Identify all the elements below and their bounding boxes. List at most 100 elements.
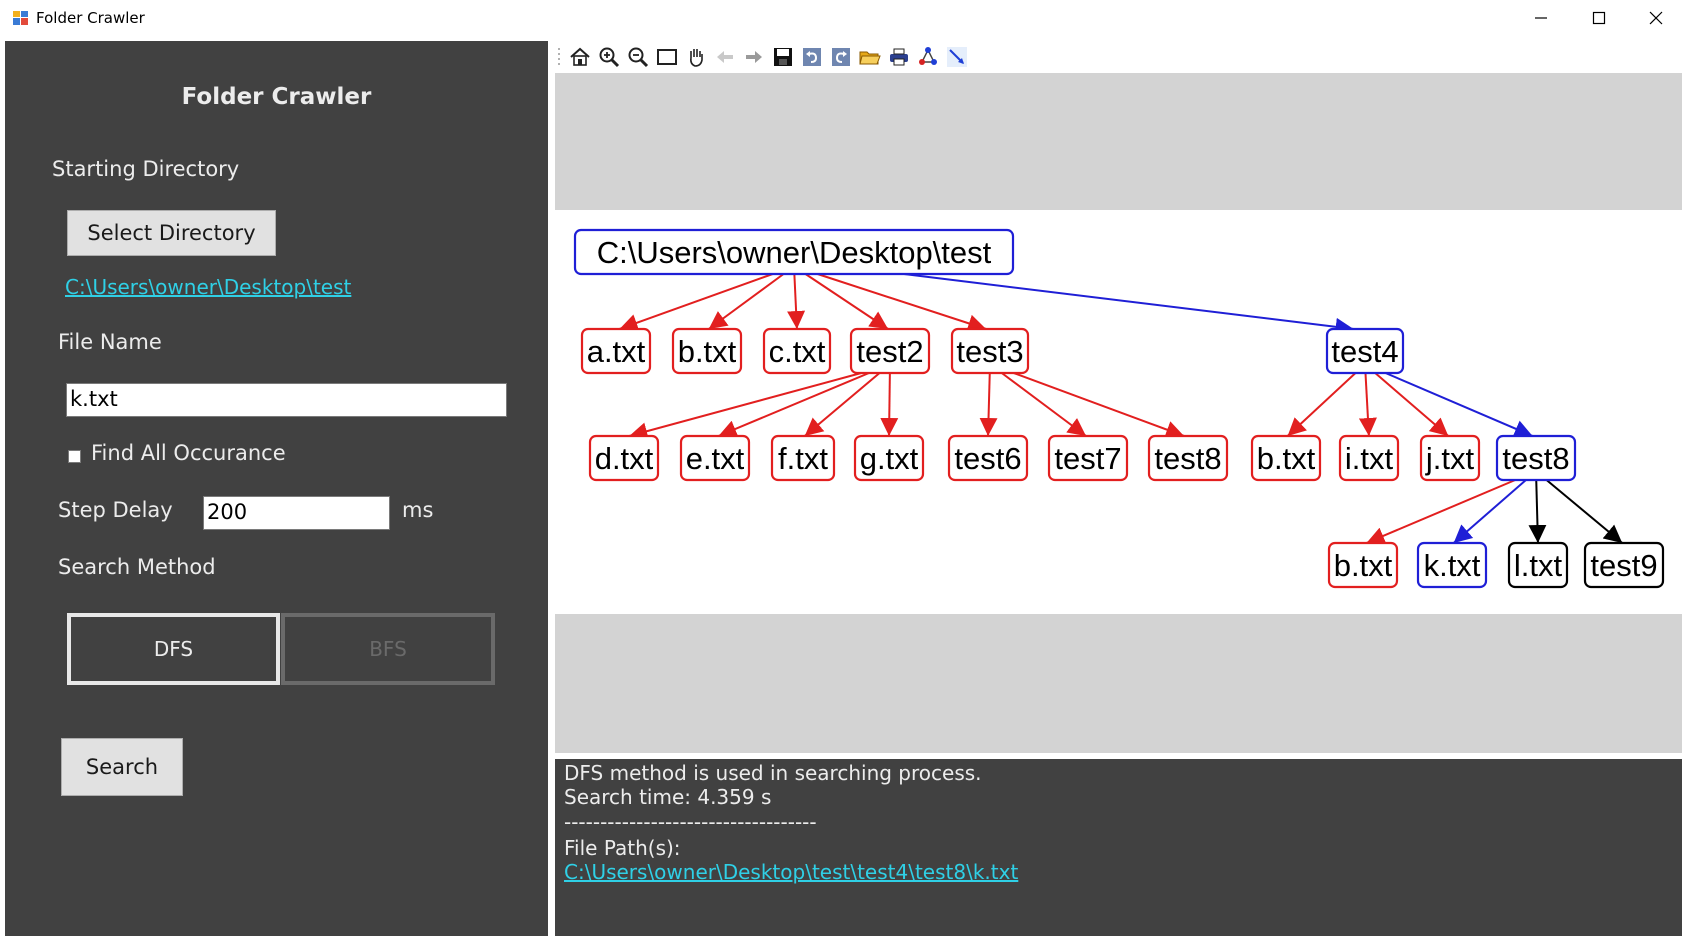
window-zoom-icon[interactable] [655,45,679,69]
edge-test3-test6 [979,372,998,437]
edge-test8b-k [1453,479,1527,544]
edge-root-b1 [708,273,785,330]
search-method-label: Search Method [58,555,216,579]
graph-node-i[interactable]: i.txt [1338,434,1400,482]
edge-test3-test7 [1001,372,1087,437]
graph-node-b2[interactable]: b.txt [1250,434,1322,482]
bfs-button[interactable]: BFS [281,613,495,685]
find-all-label: Find All Occurance [91,441,286,465]
layout-graph-icon[interactable] [916,45,940,69]
graph-node-g[interactable]: g.txt [853,434,925,482]
search-time: Search time: 4.359 s [564,785,772,809]
forward-arrow-icon[interactable] [742,45,766,69]
toolbar-grip [558,48,560,65]
graph-node-label: g.txt [860,441,919,476]
graph-nodes: C:\Users\owner\Desktop\test a.txt b.txt c.t… [573,228,1665,589]
graph-node-test7[interactable]: test7 [1047,434,1129,482]
graph-node-label: f.txt [778,441,828,476]
selected-directory-link[interactable]: C:\Users\owner\Desktop\test [65,275,351,299]
edge-test2-g [880,372,899,437]
graph-node-l[interactable]: l.txt [1507,541,1569,589]
back-arrow-icon[interactable] [713,45,737,69]
close-button[interactable] [1627,0,1683,36]
graph-node-root[interactable]: C:\Users\owner\Desktop\test [573,228,1015,276]
edge-test2-e [718,372,870,438]
graph-toolbar [555,41,1683,73]
graph-node-label: test8 [1154,441,1221,476]
graph-node-label: b.txt [1334,548,1393,583]
output-panel: DFS method is used in searching process.… [555,759,1682,936]
find-all-checkbox[interactable] [68,450,81,463]
graph-node-label: b.txt [678,334,737,369]
graph-node-label: test6 [954,441,1021,476]
graph-node-k[interactable]: k.txt [1416,541,1488,589]
graph-node-b3[interactable]: b.txt [1327,541,1399,589]
search-method-result: DFS method is used in searching process. [564,761,982,785]
close-icon [1649,11,1663,25]
minimize-icon [1535,17,1547,19]
maximize-button[interactable] [1570,0,1628,36]
graph-node-label: e.txt [686,441,745,476]
graph-node-e[interactable]: e.txt [679,434,751,482]
edge-test4-b2 [1286,372,1357,437]
step-delay-label: Step Delay [58,498,173,522]
select-directory-button[interactable]: Select Directory [67,210,276,256]
graph-node-test2[interactable]: test2 [849,327,931,375]
search-tree-graph[interactable]: C:\Users\owner\Desktop\test a.txt b.txt c.t… [555,210,1682,614]
graph-node-b1[interactable]: b.txt [671,327,743,375]
found-file-path-link[interactable]: C:\Users\owner\Desktop\test\test4\test8\… [564,860,1018,884]
undo-icon[interactable] [800,45,824,69]
graph-node-test9[interactable]: test9 [1583,541,1665,589]
graph-node-test4[interactable]: test4 [1325,327,1405,375]
graph-node-a[interactable]: a.txt [580,327,652,375]
graph-node-label: test8 [1502,441,1569,476]
dfs-button[interactable]: DFS [67,613,280,685]
graph-edges [619,273,1623,545]
graph-node-label: i.txt [1345,441,1394,476]
graph-node-c[interactable]: c.txt [762,327,832,375]
graph-node-label: a.txt [587,334,646,369]
graph-node-test8b[interactable]: test8 [1495,434,1577,482]
redo-icon[interactable] [829,45,853,69]
file-name-input[interactable]: k.txt [66,383,507,417]
graph-node-f[interactable]: f.txt [770,434,836,482]
edge-test4-j [1374,372,1449,437]
title-bar: Folder Crawler [0,0,1683,36]
edge-root-a [619,273,773,332]
edge-test2-d [629,372,862,440]
save-icon[interactable] [771,45,795,69]
graph-node-j[interactable]: j.txt [1419,434,1481,482]
print-icon[interactable] [887,45,911,69]
graph-node-test6[interactable]: test6 [947,434,1029,482]
search-button[interactable]: Search [61,738,183,796]
graph-node-label: k.txt [1424,548,1481,583]
edge-root-test3 [817,273,987,332]
edge-test8b-test9 [1545,479,1623,544]
graph-node-label: C:\Users\owner\Desktop\test [597,235,992,270]
graph-canvas[interactable]: C:\Users\owner\Desktop\test a.txt b.txt c.t… [555,210,1682,614]
open-folder-icon[interactable] [858,45,882,69]
graph-node-label: d.txt [595,441,654,476]
step-delay-input[interactable]: 200 [203,496,390,530]
edge-test4-i [1358,372,1377,437]
graph-node-d[interactable]: d.txt [588,434,660,482]
maximize-icon [1592,11,1606,25]
output-separator: ----------------------------------- [564,810,817,834]
edge-test8b-l [1528,479,1547,544]
graph-viewer[interactable]: C:\Users\owner\Desktop\test a.txt b.txt c.t… [555,73,1682,753]
graph-node-test8a[interactable]: test8 [1147,434,1229,482]
graph-node-test3[interactable]: test3 [950,327,1030,375]
window-title: Folder Crawler [36,9,145,27]
minimize-button[interactable] [1512,0,1570,36]
graph-node-label: test2 [856,334,923,369]
edge-test4-test8b [1385,372,1533,438]
graph-node-label: test4 [1331,334,1398,369]
edge-root-test2 [804,273,889,330]
zoom-out-icon[interactable] [626,45,650,69]
edge-test2-f [804,372,881,437]
zoom-in-icon[interactable] [597,45,621,69]
pan-hand-icon[interactable] [684,45,708,69]
home-icon[interactable] [568,45,592,69]
insert-edge-icon[interactable] [945,45,969,69]
file-paths-label: File Path(s): [564,836,681,860]
